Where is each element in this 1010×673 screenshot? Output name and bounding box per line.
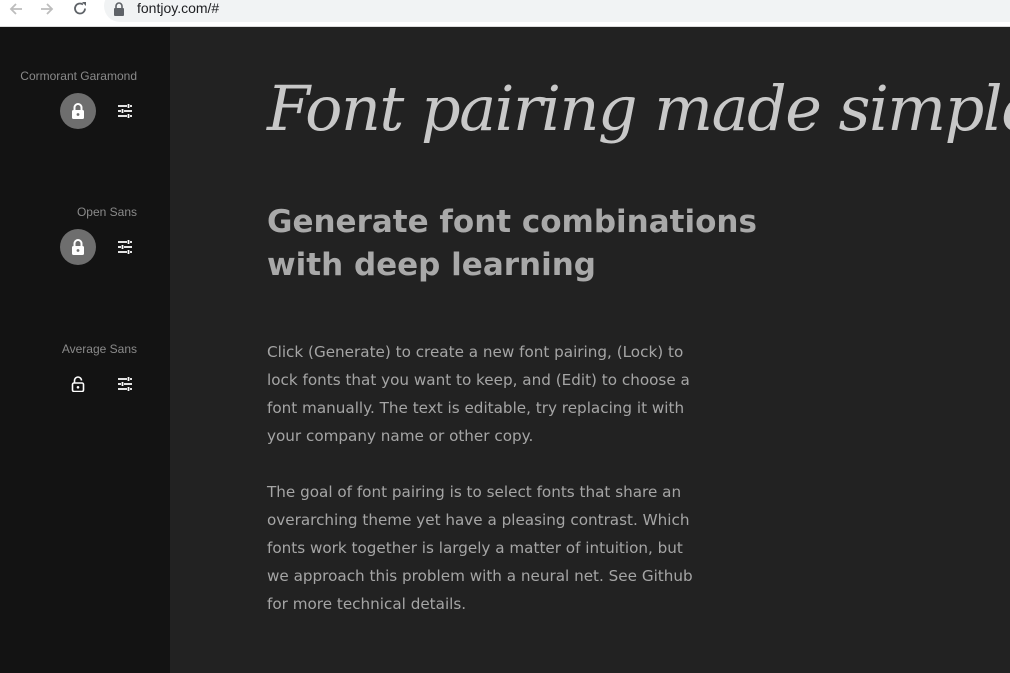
edit-font-button[interactable] bbox=[115, 374, 135, 394]
lock-open-icon bbox=[71, 376, 85, 392]
font-sidebar: Cormorant Garamond Open Sans Average San… bbox=[0, 27, 170, 673]
sliders-icon bbox=[118, 104, 132, 118]
back-arrow-icon[interactable] bbox=[7, 0, 25, 18]
preview-area: Font pairing made simple Generate font c… bbox=[170, 27, 1010, 673]
edit-font-button[interactable] bbox=[115, 237, 135, 257]
body-paragraph[interactable]: The goal of font pairing is to select fo… bbox=[267, 478, 697, 618]
font-name-label: Average Sans bbox=[61, 342, 137, 356]
browser-toolbar: fontjoy.com/# bbox=[0, 0, 1010, 27]
lock-closed-icon bbox=[72, 103, 84, 119]
font-name-label: Cormorant Garamond bbox=[20, 69, 137, 83]
secure-lock-icon bbox=[113, 1, 125, 16]
lock-button[interactable] bbox=[60, 229, 96, 265]
body-paragraph[interactable]: Click (Generate) to create a new font pa… bbox=[267, 338, 697, 450]
reload-icon[interactable] bbox=[71, 0, 89, 18]
headline-text[interactable]: Font pairing made simple bbox=[267, 69, 1010, 149]
sliders-icon bbox=[118, 377, 132, 391]
subheading-text[interactable]: Generate font combinations with deep lea… bbox=[267, 201, 787, 287]
lock-closed-icon bbox=[72, 239, 84, 255]
forward-arrow-icon[interactable] bbox=[38, 0, 56, 18]
edit-font-button[interactable] bbox=[115, 101, 135, 121]
sliders-icon bbox=[118, 240, 132, 254]
font-name-label: Open Sans bbox=[76, 205, 137, 219]
url-text[interactable]: fontjoy.com/# bbox=[137, 0, 219, 16]
lock-button[interactable] bbox=[60, 366, 96, 402]
lock-button[interactable] bbox=[60, 93, 96, 129]
address-bar[interactable] bbox=[104, 0, 1010, 22]
